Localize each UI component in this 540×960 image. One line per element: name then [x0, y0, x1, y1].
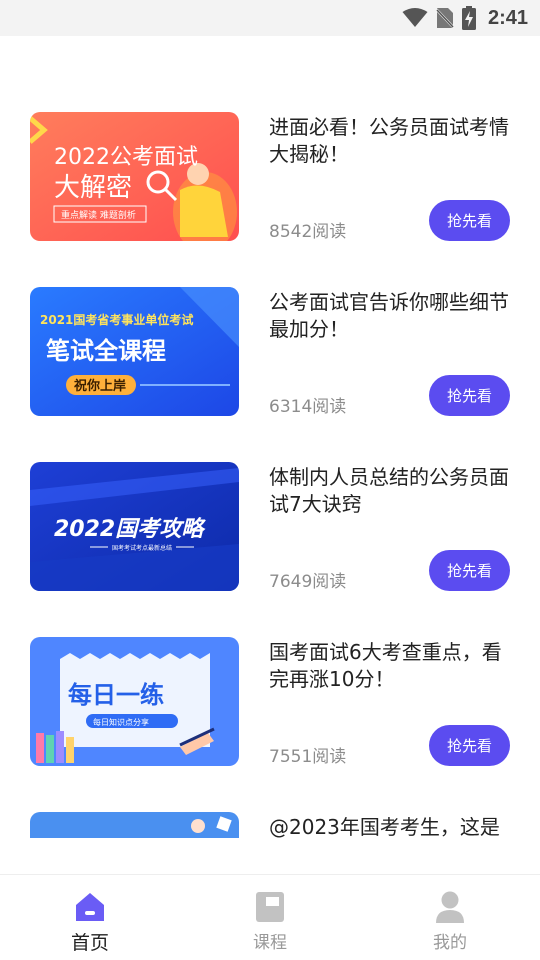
thumb-headline: 2022公考面试 [54, 145, 198, 170]
home-icon [74, 891, 106, 923]
read-count: 6314阅读 [269, 397, 347, 417]
read-count: 7649阅读 [269, 572, 347, 592]
read-now-button[interactable]: 抢先看 [429, 375, 510, 416]
article-thumbnail[interactable] [30, 812, 239, 838]
read-now-button[interactable]: 抢先看 [429, 200, 510, 241]
thumb-headline: 2021国考省考事业单位考试 [40, 312, 193, 327]
article-card[interactable]: 2021国考省考事业单位考试 笔试全课程 祝你上岸 公考面试官告诉你哪些细节最加… [0, 287, 540, 437]
article-title[interactable]: 国考面试6大考查重点，看完再涨10分！ [269, 639, 514, 693]
article-card[interactable]: 每日一练 每日知识点分享 国考面试6大考查重点，看完再涨10分！ 7551阅读 … [0, 637, 540, 787]
course-icon [256, 891, 284, 923]
thumb-tag: 祝你上岸 [74, 378, 126, 394]
thumb-headline: 2022国考攻略 [54, 516, 206, 542]
no-sim-icon [435, 7, 454, 29]
article-thumbnail[interactable]: 2021国考省考事业单位考试 笔试全课程 祝你上岸 [30, 287, 239, 416]
wifi-icon [402, 8, 428, 28]
article-card[interactable]: 2022公考面试 大解密 重点解读 难题剖析 进面必看！公务员面试考情大揭秘！ … [0, 112, 540, 262]
status-bar: 2:41 [0, 0, 540, 36]
thumb-tag: 国考考试考点最新总结 [112, 544, 172, 552]
status-time: 2:41 [487, 6, 528, 29]
read-count: 7551阅读 [269, 747, 347, 767]
article-title[interactable]: 公考面试官告诉你哪些细节最加分！ [269, 289, 514, 343]
thumb-headline: 每日一练 [68, 681, 164, 709]
read-now-button[interactable]: 抢先看 [429, 725, 510, 766]
user-icon [435, 891, 465, 923]
article-title[interactable]: 体制内人员总结的公务员面试7大诀窍 [269, 464, 514, 518]
tab-courses[interactable]: 课程 [210, 875, 330, 960]
article-thumbnail[interactable]: 2022公考面试 大解密 重点解读 难题剖析 [30, 112, 239, 241]
thumb-headline: 大解密 [54, 173, 132, 203]
article-thumbnail[interactable]: 每日一练 每日知识点分享 [30, 637, 239, 766]
status-icons: 2:41 [402, 0, 528, 36]
tab-home[interactable]: 首页 [30, 875, 150, 960]
thumb-tag: 每日知识点分享 [93, 717, 149, 727]
tab-label: 首页 [70, 932, 109, 954]
article-feed[interactable]: 2022公考面试 大解密 重点解读 难题剖析 进面必看！公务员面试考情大揭秘！ … [0, 36, 540, 874]
thumb-tag: 重点解读 难题剖析 [61, 209, 136, 221]
article-title[interactable]: 进面必看！公务员面试考情大揭秘！ [269, 114, 514, 168]
article-card[interactable]: @2023年国考考生，这是 [0, 812, 540, 874]
tab-label: 课程 [253, 933, 287, 953]
article-thumbnail[interactable]: 2022国考攻略 国考考试考点最新总结 [30, 462, 239, 591]
read-count: 8542阅读 [269, 222, 347, 242]
tab-profile[interactable]: 我的 [390, 875, 510, 960]
article-card[interactable]: 2022国考攻略 国考考试考点最新总结 体制内人员总结的公务员面试7大诀窍 76… [0, 462, 540, 612]
tab-label: 我的 [433, 933, 467, 953]
read-now-button[interactable]: 抢先看 [429, 550, 510, 591]
article-title[interactable]: @2023年国考考生，这是 [269, 814, 514, 841]
bottom-tab-bar: 首页 课程 我的 [0, 874, 540, 960]
thumb-headline: 笔试全课程 [46, 337, 166, 365]
battery-charging-icon [461, 6, 476, 30]
